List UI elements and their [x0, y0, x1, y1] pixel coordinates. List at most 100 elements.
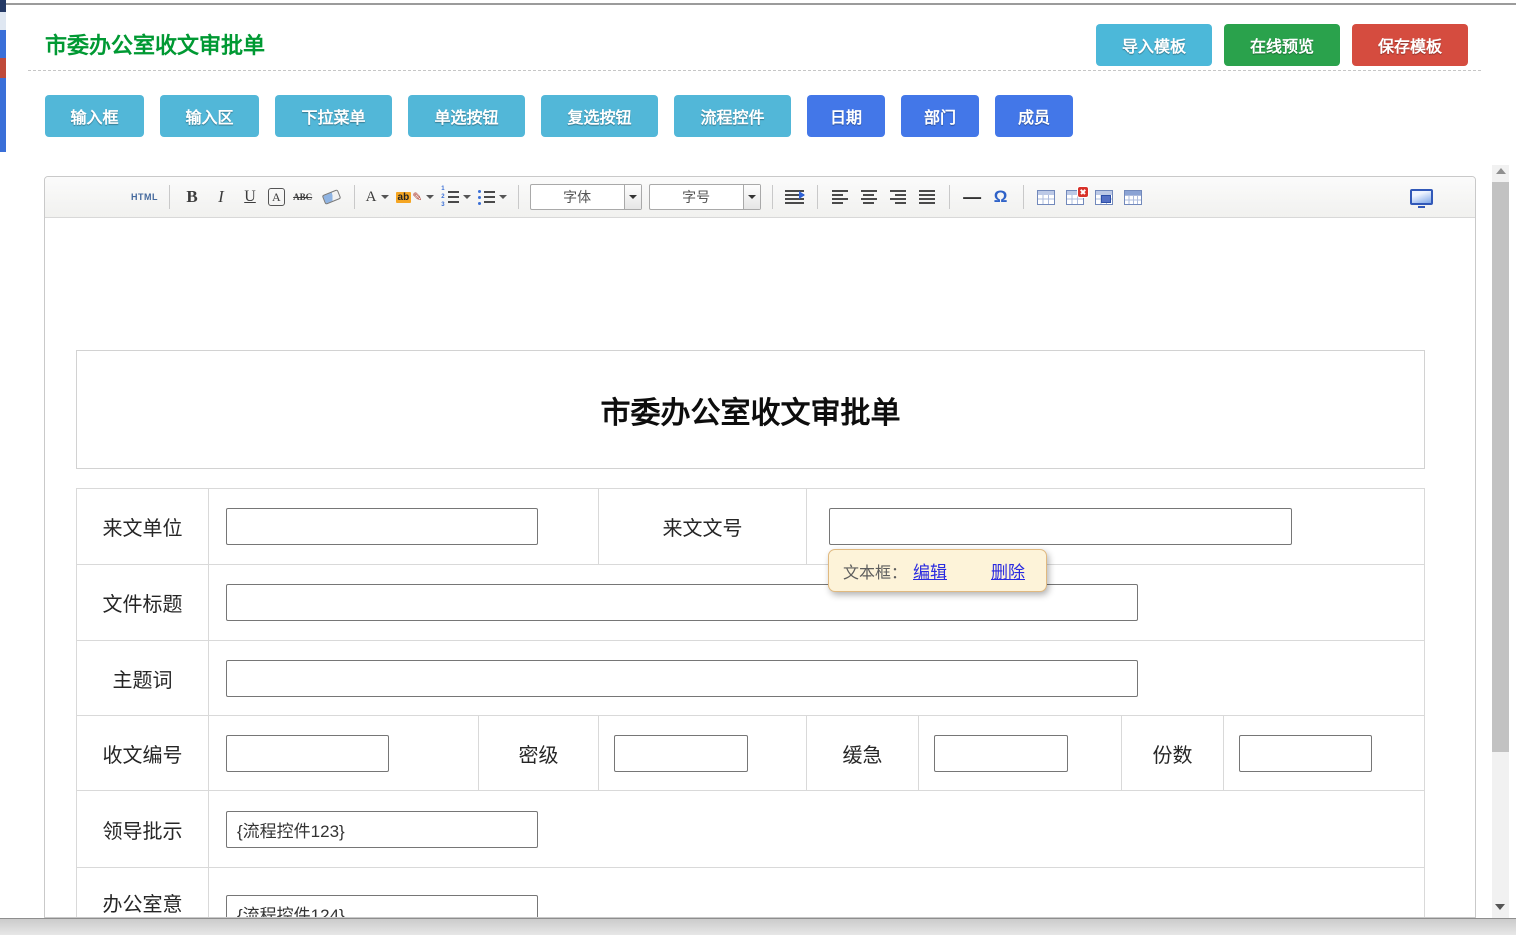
font-color-button[interactable]: A	[366, 184, 389, 210]
chevron-down-icon	[748, 195, 756, 199]
widget-member-button[interactable]: 成员	[995, 95, 1073, 137]
leader-note-label: 领导批示	[77, 791, 209, 867]
urgency-input[interactable]	[934, 735, 1068, 772]
chevron-down-icon	[499, 195, 507, 199]
highlight-icon: ab	[396, 192, 412, 203]
eraser-icon	[322, 189, 342, 205]
toolbar-separator	[772, 185, 773, 209]
table-row: 办公室意	[77, 868, 1424, 918]
fullscreen-button[interactable]	[1410, 184, 1463, 210]
online-preview-button[interactable]: 在线预览	[1224, 24, 1340, 66]
office-opinion-label: 办公室意	[77, 868, 209, 918]
form-title-box[interactable]: 市委办公室收文审批单	[76, 350, 1425, 469]
delete-table-button[interactable]	[1064, 184, 1086, 210]
page-title: 市委办公室收文审批单	[45, 28, 265, 60]
table-row: 收文编号 密级 缓急 份数	[77, 716, 1424, 791]
special-character-button[interactable]: Ω	[990, 184, 1012, 210]
underline-button[interactable]: U	[239, 184, 261, 210]
table-properties-icon	[1124, 190, 1142, 205]
bold-button[interactable]: B	[181, 184, 203, 210]
insert-table-button[interactable]	[1035, 184, 1057, 210]
ordered-list-icon: 1 2 3	[441, 187, 458, 208]
text-border-button[interactable]: A	[268, 188, 285, 206]
subject-words-input[interactable]	[226, 660, 1138, 697]
table-cell	[209, 716, 479, 790]
strikethrough-button[interactable]: ABC	[292, 184, 314, 210]
indent-button[interactable]	[784, 184, 806, 210]
table-properties-button[interactable]	[1122, 184, 1144, 210]
doc-number-input[interactable]	[829, 508, 1292, 545]
toolbar-separator	[1023, 185, 1024, 209]
table-cell	[209, 489, 599, 564]
align-center-icon	[861, 190, 877, 204]
align-center-button[interactable]	[858, 184, 880, 210]
widget-button-row: 输入框 输入区 下拉菜单 单选按钮 复选按钮 流程控件 日期 部门 成员	[45, 95, 1073, 137]
delete-table-icon	[1066, 190, 1084, 205]
widget-date-button[interactable]: 日期	[807, 95, 885, 137]
cell-properties-button[interactable]	[1093, 184, 1115, 210]
receipt-number-input[interactable]	[226, 735, 389, 772]
tooltip-delete-link[interactable]: 删除	[991, 558, 1025, 583]
font-color-icon: A	[366, 189, 377, 206]
font-family-dropdown-button[interactable]	[624, 185, 641, 209]
source-unit-input[interactable]	[226, 508, 538, 545]
vertical-scrollbar[interactable]	[1492, 165, 1509, 918]
office-opinion-input[interactable]	[226, 895, 538, 918]
widget-department-button[interactable]: 部门	[901, 95, 979, 137]
toolbar-separator	[354, 185, 355, 209]
align-left-button[interactable]	[829, 184, 851, 210]
table-cell	[209, 868, 1424, 918]
remove-format-button[interactable]	[321, 184, 343, 210]
secrecy-input[interactable]	[614, 735, 748, 772]
widget-input-box-button[interactable]: 输入框	[45, 95, 144, 137]
scroll-up-arrow-icon[interactable]	[1496, 168, 1506, 174]
widget-radio-button[interactable]: 单选按钮	[408, 95, 525, 137]
font-size-select[interactable]: 字号	[649, 184, 761, 210]
table-cell	[209, 641, 1424, 715]
save-template-button[interactable]: 保存模板	[1352, 24, 1468, 66]
horizontal-rule-button[interactable]: —	[961, 184, 983, 210]
copies-label: 份数	[1122, 716, 1224, 790]
copies-input[interactable]	[1239, 735, 1372, 772]
unordered-list-button[interactable]	[478, 184, 507, 210]
toolbar-separator	[949, 185, 950, 209]
source-code-button[interactable]: HTML	[131, 184, 158, 210]
font-family-select[interactable]: 字体	[530, 184, 642, 210]
table-cell	[1224, 716, 1424, 790]
window-edge-sliver	[0, 30, 6, 58]
scroll-down-arrow-icon[interactable]	[1495, 904, 1505, 910]
chevron-down-icon	[463, 195, 471, 199]
align-justify-button[interactable]	[916, 184, 938, 210]
ordered-list-button[interactable]: 1 2 3	[441, 184, 470, 210]
receipt-number-label: 收文编号	[77, 716, 209, 790]
table-cell	[209, 565, 1424, 640]
align-right-button[interactable]	[887, 184, 909, 210]
font-size-dropdown-button[interactable]	[743, 185, 760, 209]
align-justify-icon	[919, 190, 935, 204]
font-size-value: 字号	[650, 185, 743, 209]
tooltip-edit-link[interactable]: 编辑	[913, 558, 947, 583]
doc-number-label: 来文文号	[599, 489, 807, 564]
template-actions: 导入模板 在线预览 保存模板	[1096, 24, 1468, 66]
chevron-down-icon	[426, 195, 434, 199]
table-row: 主题词	[77, 641, 1424, 716]
pencil-icon: ✎	[412, 190, 422, 204]
widget-textarea-button[interactable]: 输入区	[160, 95, 259, 137]
form-table: 来文单位 来文文号 文件标题 主题词 收文编号 密	[76, 488, 1425, 918]
widget-flow-control-button[interactable]: 流程控件	[674, 95, 791, 137]
indent-icon	[785, 190, 804, 204]
subject-words-label: 主题词	[77, 641, 209, 715]
secrecy-label: 密级	[479, 716, 599, 790]
table-row: 领导批示	[77, 791, 1424, 868]
italic-button[interactable]: I	[210, 184, 232, 210]
toolbar-separator	[817, 185, 818, 209]
window-top-border	[0, 3, 1516, 5]
highlight-color-button[interactable]: ab ✎	[396, 184, 435, 210]
font-family-value: 字体	[531, 185, 624, 209]
import-template-button[interactable]: 导入模板	[1096, 24, 1212, 66]
widget-dropdown-button[interactable]: 下拉菜单	[275, 95, 392, 137]
leader-note-input[interactable]	[226, 811, 538, 848]
scrollbar-thumb[interactable]	[1492, 182, 1509, 752]
table-row: 文件标题	[77, 565, 1424, 641]
widget-checkbox-button[interactable]: 复选按钮	[541, 95, 658, 137]
